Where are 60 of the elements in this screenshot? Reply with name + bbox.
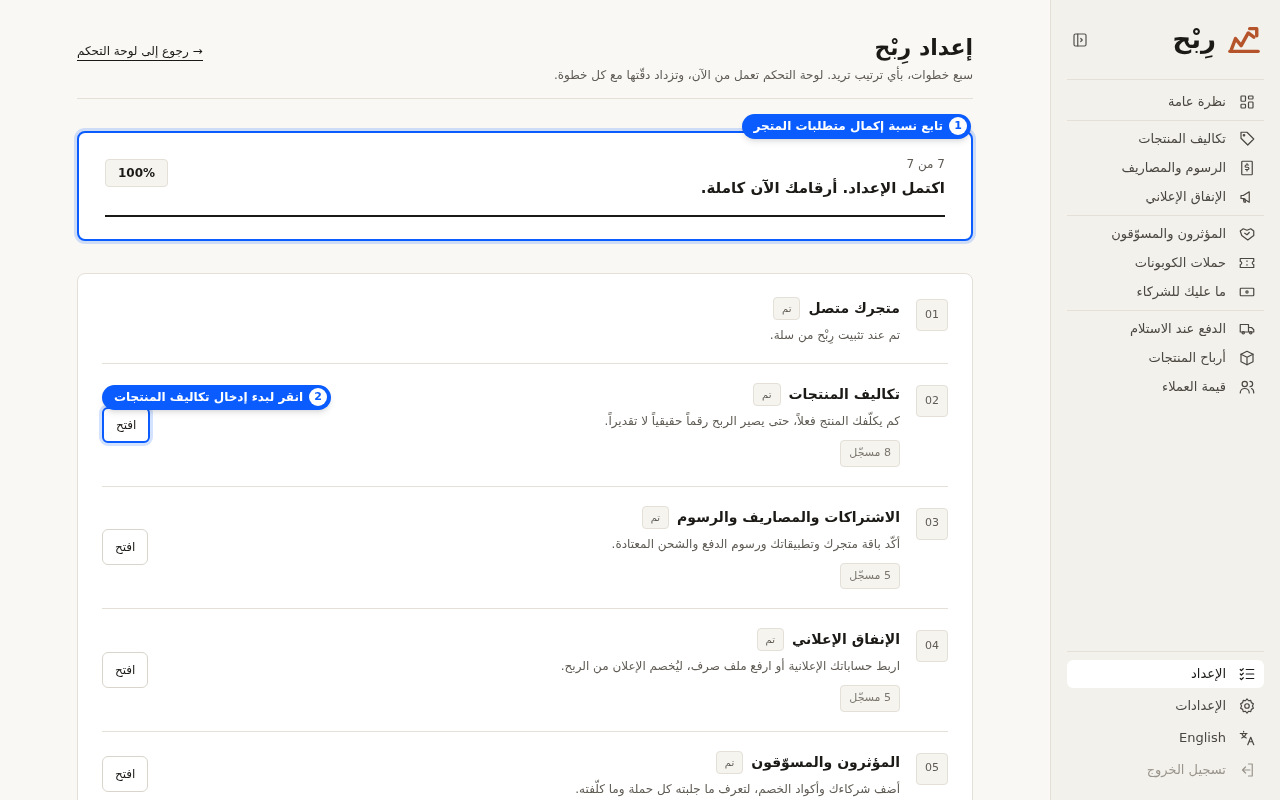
step-title: الاشتراكات والمصاريف والرسوم: [677, 507, 900, 528]
done-badge: تم: [715, 750, 744, 774]
done-badge: تم: [753, 383, 781, 406]
box-icon: [1238, 349, 1256, 367]
step-number: 02: [916, 385, 948, 417]
done-badge: تم: [773, 297, 801, 320]
nav-item[interactable]: المؤثرون والمسوّقون: [1067, 222, 1264, 246]
brand-name: رِبْح: [1172, 20, 1216, 59]
count-badge: 5 مسجّل: [840, 562, 900, 589]
count-badge: 8 مسجّل: [840, 440, 900, 467]
step-number-badge: 2: [309, 388, 328, 407]
nav-item[interactable]: تكاليف المنتجات: [1067, 127, 1264, 151]
step-description: اربط حساباتك الإعلانية أو ارفع ملف صرف، ليُخصم الإعلان من الربح.: [560, 657, 900, 675]
step-title: المؤثرون والمسوّقون: [751, 752, 900, 773]
hint-text: تابع نسبة إكمال متطلبات المتجر: [753, 118, 943, 135]
nav-item[interactable]: ما عليك للشركاء: [1067, 280, 1264, 304]
step-description: كم يكلّفك المنتج فعلاً، حتى يصير الربح رقماً حقيقياً لا تقديراً.: [604, 412, 900, 430]
done-badge: تم: [641, 505, 670, 529]
step-number: 01: [916, 299, 948, 331]
step-description: تم عند تثبيت رِبْح من سلة.: [769, 327, 900, 344]
nav-item[interactable]: الإعدادات: [1067, 692, 1264, 720]
tag-icon: [1238, 130, 1256, 148]
step-description: أضف شركاءك وأكواد الخصم، لتعرف ما جلبته كل حملة وما كلّفته.: [575, 779, 900, 798]
count-badge: 5 مسجّل: [840, 685, 900, 712]
grid-icon: [1238, 93, 1256, 111]
open-button[interactable]: افتح: [102, 406, 151, 443]
nav-item[interactable]: الدفع عند الاستلام: [1067, 317, 1264, 341]
receipt-icon: [1238, 159, 1256, 177]
nav-item[interactable]: نظرة عامة: [1067, 90, 1264, 114]
hint-text: انقر لبدء إدخال تكاليف المنتجات: [114, 389, 304, 407]
nav-item[interactable]: حملات الكوبونات: [1067, 251, 1264, 275]
step-description: أكّد باقة متجرك وتطبيقاتك ورسوم الدفع والشحن المعتادة.: [611, 534, 900, 553]
page-subtitle: سبع خطوات، بأي ترتيب تريد. لوحة التحكم تعمل من الآن، وتزداد دقّتها مع كل خطوة.: [553, 65, 973, 84]
nav-item[interactable]: الرسوم والمصاريف: [1067, 156, 1264, 180]
step-number-badge: 1: [949, 117, 967, 135]
users-icon: [1238, 378, 1256, 396]
settings-icon: [1238, 697, 1256, 715]
done-badge: تم: [756, 628, 784, 651]
sidebar-toggle-icon[interactable]: [1071, 30, 1089, 49]
step-title: تكاليف المنتجات: [788, 385, 900, 404]
page-title: إعداد رِبْح: [553, 34, 973, 62]
nav-item[interactable]: الإنفاق الإعلاني: [1067, 185, 1264, 209]
nav-item[interactable]: الإعداد: [1067, 660, 1264, 688]
nav-item[interactable]: قيمة العملاء: [1067, 375, 1264, 399]
step-count: 7 من 7: [905, 155, 945, 173]
nav-item[interactable]: أرباح المنتجات: [1067, 346, 1264, 370]
translate-icon: [1238, 729, 1256, 747]
progress-message: اكتمل الإعداد. أرقامك الآن كاملة.: [700, 177, 945, 199]
open-button[interactable]: افتح: [102, 756, 149, 792]
step-number: 05: [916, 752, 948, 785]
open-button[interactable]: افتح: [102, 651, 149, 688]
step-title: الإنفاق الإعلاني: [791, 630, 900, 649]
step-number: 03: [916, 507, 948, 540]
checklist-icon: [1238, 665, 1256, 683]
step-number: 04: [916, 630, 948, 662]
step-title: متجرك متصل: [808, 299, 900, 319]
back-link[interactable]: → رجوع إلى لوحة التحكم: [77, 42, 203, 61]
percent-badge: 100%: [105, 158, 169, 187]
nav-item[interactable]: English: [1067, 724, 1264, 752]
open-button[interactable]: افتح: [102, 529, 149, 566]
